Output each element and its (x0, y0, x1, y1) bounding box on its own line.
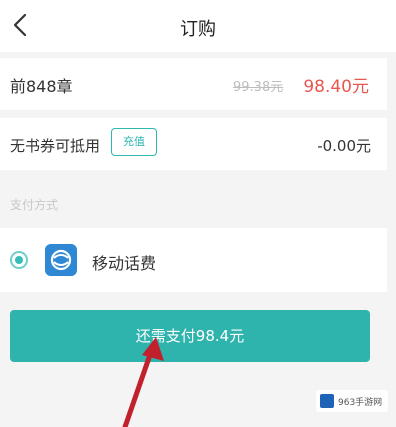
coupon-row: 无书券可抵用 充值 -0.00元 (0, 118, 387, 170)
pay-button[interactable]: 还需支付98.4元 (10, 310, 370, 362)
payment-method-label: 移动话费 (92, 254, 157, 273)
recharge-button[interactable]: 充值 (111, 128, 157, 156)
payment-section-label: 支付方式 (10, 198, 59, 212)
payment-method-row[interactable]: 移动话费 (0, 228, 387, 292)
discounted-price: 98.40元 (303, 77, 369, 97)
radio-selected-dot (15, 256, 23, 264)
payment-method-radio[interactable] (10, 251, 28, 269)
watermark-logo-icon (320, 394, 334, 408)
original-price: 99.38元 (233, 80, 284, 95)
site-watermark: 963手游网 (316, 390, 388, 412)
coupon-deduction-value: -0.00元 (317, 137, 371, 155)
page-title: 订购 (180, 19, 216, 40)
china-mobile-icon (45, 244, 77, 276)
chapter-range-label: 前848章 (10, 77, 73, 96)
order-summary-row: 前848章 99.38元 98.40元 (0, 58, 387, 110)
top-bar: 订购 (0, 0, 396, 52)
watermark-text: 963手游网 (338, 398, 383, 408)
coupon-label: 无书券可抵用 (10, 137, 101, 155)
